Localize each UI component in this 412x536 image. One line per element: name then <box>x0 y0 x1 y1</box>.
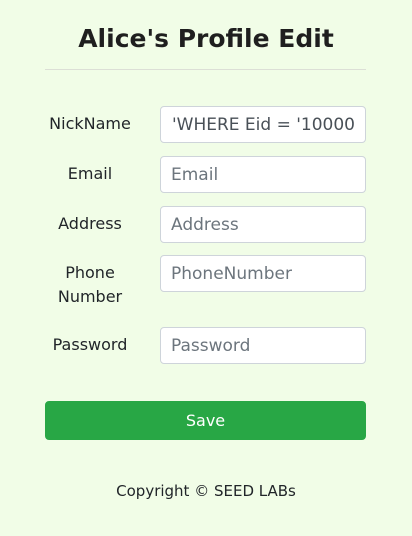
address-label: Address <box>58 214 122 233</box>
title-divider <box>45 69 366 70</box>
nickname-label: NickName <box>49 114 131 133</box>
email-label: Email <box>67 164 113 183</box>
profile-edit-page: Alice's Profile Edit NickName Email Addr… <box>0 0 412 536</box>
password-label: Password <box>52 335 128 354</box>
phone-number-input[interactable] <box>160 255 366 292</box>
email-input[interactable] <box>160 156 366 193</box>
nickname-input[interactable] <box>160 106 366 143</box>
page-title: Alice's Profile Edit <box>78 24 334 53</box>
phone-label-line1: Phone <box>65 263 115 282</box>
phone-label-line2: Number <box>57 287 123 306</box>
save-button[interactable]: Save <box>45 401 366 440</box>
copyright-footer: Copyright © SEED LABs <box>116 482 296 500</box>
address-input[interactable] <box>160 206 366 243</box>
password-input[interactable] <box>160 327 366 364</box>
